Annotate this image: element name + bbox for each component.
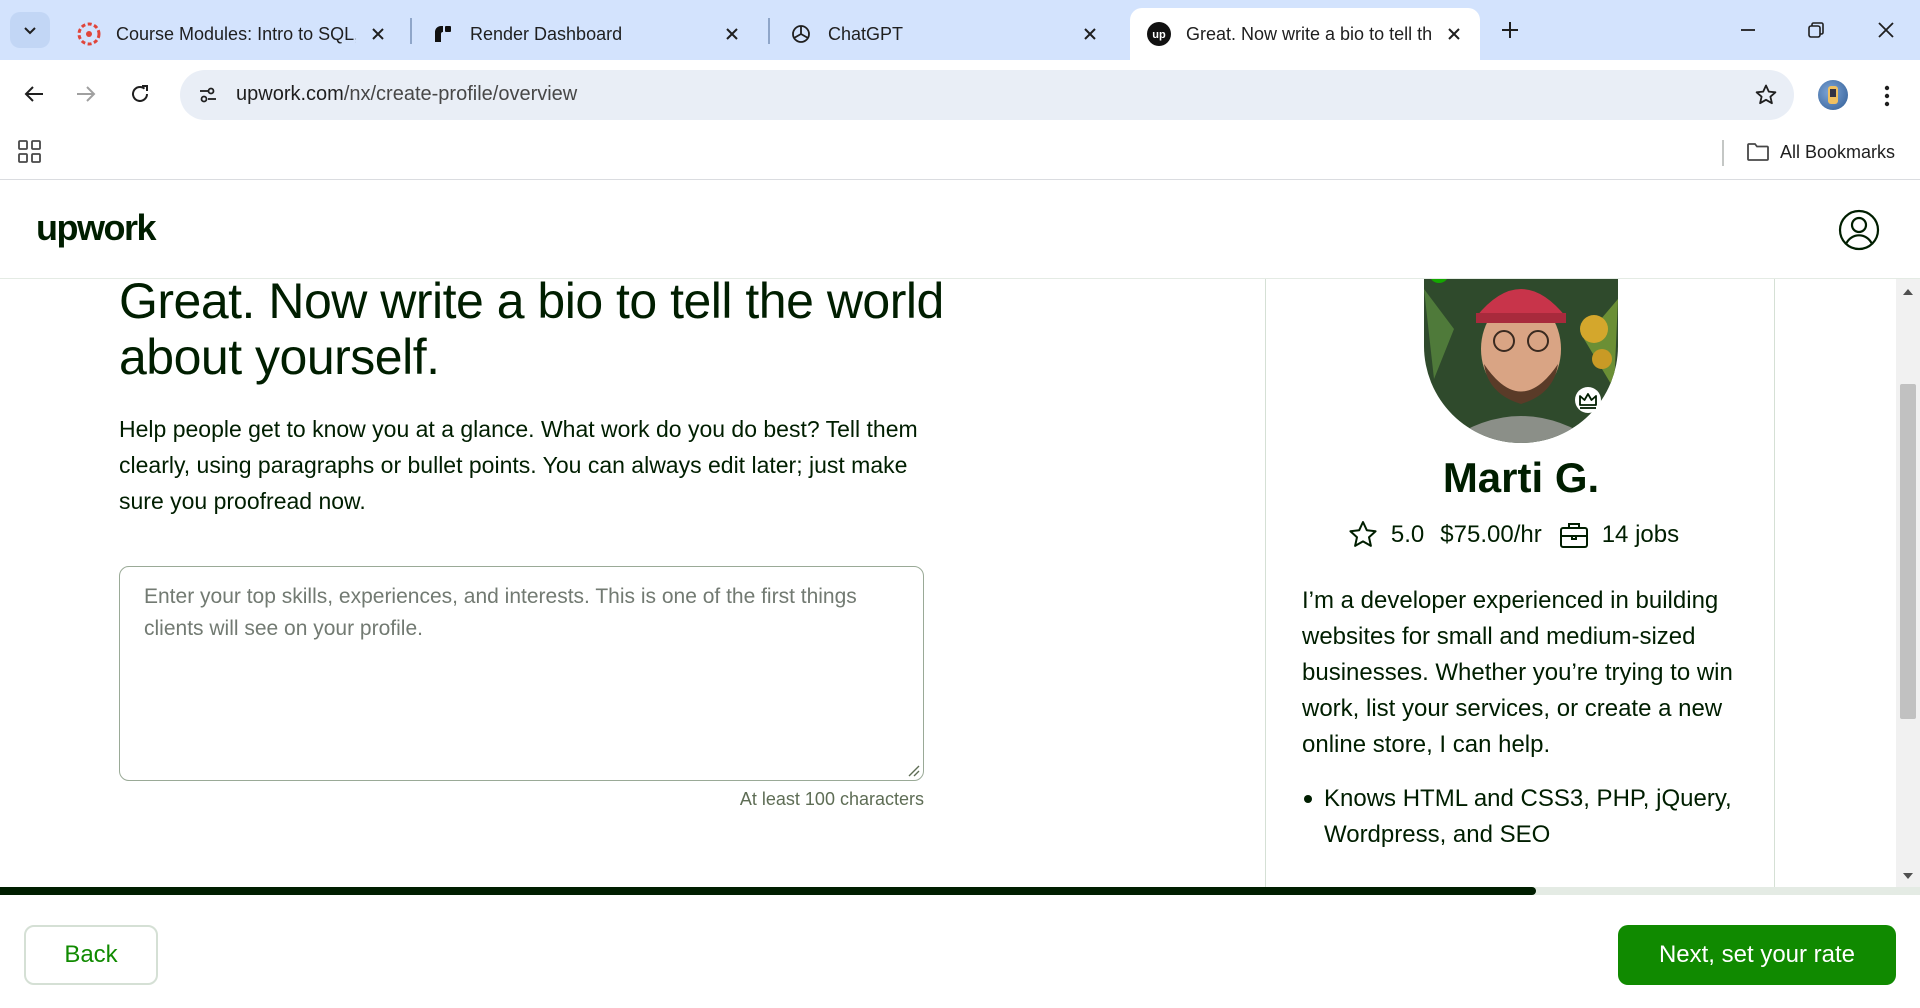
list-item: Knows HTML and CSS3, PHP, jQuery, Wordpr… <box>1302 781 1742 853</box>
close-icon[interactable] <box>1442 22 1466 46</box>
restore-button[interactable] <box>1792 10 1840 50</box>
rating-value: 5.0 <box>1390 521 1425 548</box>
folder-icon <box>1747 143 1769 161</box>
star-icon <box>1347 519 1379 551</box>
url-text: upwork.com/nx/create-profile/overview <box>236 83 577 106</box>
new-tab-button[interactable] <box>1494 14 1526 46</box>
page-footer: Back Next, set your rate <box>0 895 1920 1008</box>
tab-title: ChatGPT <box>828 23 904 44</box>
all-bookmarks-label: All Bookmarks <box>1780 141 1896 162</box>
main-content: Great. Now write a bio to tell the world… <box>0 279 1920 889</box>
preview-bio: I’m a developer experienced in building … <box>1302 587 1733 758</box>
resize-grip-icon[interactable] <box>906 763 920 777</box>
preview-bullet-list: Knows HTML and CSS3, PHP, jQuery, Wordpr… <box>1302 781 1742 853</box>
bio-textarea[interactable] <box>119 566 924 781</box>
tab-course-modules[interactable]: Course Modules: Intro to SQL, S <box>60 8 404 60</box>
close-icon[interactable] <box>366 22 390 46</box>
back-button[interactable]: Back <box>24 925 158 985</box>
profile-preview-card: Marti G. 5.0 $75.00/hr 14 jobs I’m a dev… <box>1265 279 1775 889</box>
close-window-button[interactable] <box>1862 10 1910 50</box>
reload-button[interactable] <box>120 74 160 114</box>
chevron-down-icon <box>24 27 36 35</box>
minimize-button[interactable] <box>1724 10 1772 50</box>
close-icon[interactable] <box>1078 22 1102 46</box>
reload-icon <box>132 85 148 102</box>
arrow-left-icon <box>24 86 43 102</box>
freelancer-stats: 5.0 $75.00/hr 14 jobs <box>1266 519 1776 551</box>
upwork-logo[interactable]: upwork <box>36 207 157 249</box>
tab-separator <box>768 18 770 44</box>
arrow-right-icon <box>77 86 96 102</box>
tab-search-button[interactable] <box>10 12 50 48</box>
page-title: Great. Now write a bio to tell the world… <box>119 279 944 385</box>
bookmarks-bar: All Bookmarks <box>0 128 1920 180</box>
scrollbar-thumb[interactable] <box>1900 384 1916 719</box>
forward-nav-button[interactable] <box>66 74 106 114</box>
bookmarks-separator <box>1722 140 1724 166</box>
next-set-rate-button[interactable]: Next, set your rate <box>1618 925 1896 985</box>
scroll-down-arrow-icon[interactable] <box>1902 871 1914 881</box>
scroll-up-arrow-icon[interactable] <box>1902 287 1914 297</box>
back-nav-button[interactable] <box>14 74 54 114</box>
freelancer-name: Marti G. <box>1442 454 1600 501</box>
openai-icon <box>788 21 814 47</box>
browser-profile-avatar[interactable] <box>1818 80 1848 110</box>
jobs-count: 14 jobs <box>1601 521 1680 548</box>
account-icon[interactable] <box>1838 209 1880 251</box>
crown-badge-icon <box>1575 387 1601 413</box>
tab-title: Render Dashboard <box>470 23 623 44</box>
tab-title: Great. Now write a bio to tell th <box>1186 23 1432 44</box>
restore-icon <box>1808 22 1824 38</box>
hourly-rate: $75.00/hr <box>1440 521 1542 548</box>
svg-text:up: up <box>1152 29 1166 41</box>
site-settings-icon[interactable] <box>194 81 222 109</box>
progress-fill <box>0 887 1536 895</box>
url-host: upwork.com <box>236 83 344 105</box>
tab-title: Course Modules: Intro to SQL, S <box>116 23 356 44</box>
browser-toolbar: upwork.com/nx/create-profile/overview <box>0 60 1920 128</box>
browser-tab-strip: Course Modules: Intro to SQL, S Render D… <box>0 0 1920 60</box>
canvas-lms-icon <box>76 21 102 47</box>
render-icon <box>430 21 456 47</box>
onboarding-progress-bar <box>0 887 1920 895</box>
minimize-icon <box>1741 29 1755 31</box>
url-path: /nx/create-profile/overview <box>343 83 578 105</box>
plus-icon <box>1502 22 1518 38</box>
bookmark-star-icon[interactable] <box>1752 81 1780 109</box>
avatar <box>1424 279 1618 443</box>
browser-menu-button[interactable] <box>1872 76 1902 116</box>
page-scrollbar[interactable] <box>1896 279 1920 889</box>
tab-upwork-bio[interactable]: up Great. Now write a bio to tell th <box>1130 8 1480 60</box>
more-vert-icon <box>1884 85 1890 107</box>
character-count-hint: At least 100 characters <box>739 789 924 809</box>
tab-chatgpt[interactable]: ChatGPT <box>772 8 1116 60</box>
address-bar[interactable]: upwork.com/nx/create-profile/overview <box>180 70 1794 120</box>
briefcase-icon <box>1558 520 1590 550</box>
page-description: Help people get to know you at a glance.… <box>119 416 918 514</box>
all-bookmarks-button[interactable]: All Bookmarks <box>1746 136 1895 168</box>
upwork-icon: up <box>1146 21 1172 47</box>
tab-separator <box>410 18 412 44</box>
close-icon <box>1878 22 1894 38</box>
close-icon[interactable] <box>720 22 744 46</box>
tab-render-dashboard[interactable]: Render Dashboard <box>414 8 758 60</box>
site-header: upwork <box>0 181 1920 279</box>
apps-grid-icon[interactable] <box>16 138 44 166</box>
